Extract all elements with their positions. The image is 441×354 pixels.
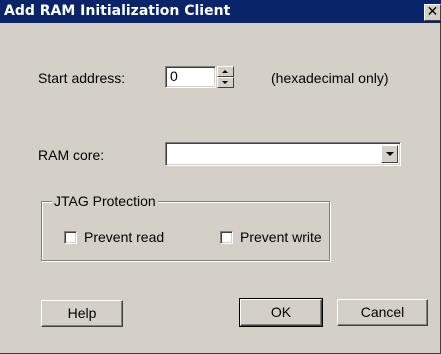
prevent-write-checkbox[interactable] bbox=[220, 231, 233, 244]
ram-core-dropdown-button[interactable] bbox=[381, 145, 398, 163]
start-address-spinner bbox=[217, 66, 234, 88]
start-address-input[interactable]: 0 bbox=[165, 66, 216, 88]
prevent-read-checkbox[interactable] bbox=[64, 231, 77, 244]
prevent-read-label[interactable]: Prevent read bbox=[84, 229, 164, 245]
start-address-label: Start address: bbox=[38, 70, 126, 86]
add-ram-init-client-dialog: Add RAM Initialization Client ✕ Start ad… bbox=[0, 0, 441, 354]
window-title: Add RAM Initialization Client bbox=[4, 3, 231, 19]
spin-down-button[interactable] bbox=[217, 77, 234, 88]
title-bar[interactable]: Add RAM Initialization Client ✕ bbox=[0, 0, 441, 23]
help-button[interactable]: Help bbox=[41, 300, 123, 327]
prevent-write-label[interactable]: Prevent write bbox=[240, 229, 322, 245]
chevron-down-icon bbox=[386, 152, 394, 156]
start-address-hint: (hexadecimal only) bbox=[271, 70, 389, 86]
arrow-up-icon bbox=[222, 70, 228, 73]
ok-button[interactable]: OK bbox=[239, 298, 323, 327]
arrow-down-icon bbox=[222, 81, 228, 84]
jtag-protection-legend: JTAG Protection bbox=[52, 193, 158, 209]
spin-up-button[interactable] bbox=[217, 66, 234, 77]
ram-core-select[interactable] bbox=[165, 142, 401, 166]
ram-core-label: RAM core: bbox=[38, 147, 105, 163]
close-icon: ✕ bbox=[426, 4, 439, 20]
cancel-button[interactable]: Cancel bbox=[337, 299, 428, 326]
close-button[interactable]: ✕ bbox=[424, 4, 441, 21]
